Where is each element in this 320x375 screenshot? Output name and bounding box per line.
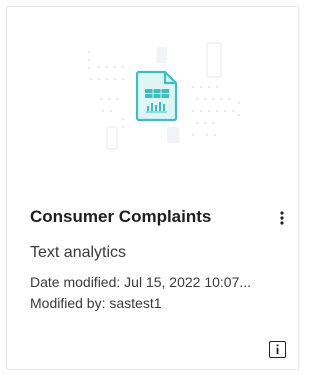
card-thumbnail — [7, 7, 298, 157]
info-button[interactable] — [269, 341, 286, 358]
card-type-label: Text analytics — [30, 244, 127, 261]
report-document-icon — [135, 70, 178, 122]
card-title[interactable]: Consumer Complaints — [30, 206, 211, 228]
more-options-button[interactable] — [272, 206, 292, 230]
modified-by-text: Modified by: sastest1 — [30, 295, 162, 311]
page: Consumer Complaints Text analytics Date … — [0, 0, 304, 375]
date-modified-text: Date modified: Jul 15, 2022 10:07... — [30, 274, 252, 290]
info-icon — [276, 344, 279, 354]
more-vertical-icon — [280, 211, 284, 225]
card-title-row: Consumer Complaints — [30, 206, 292, 230]
item-card[interactable]: Consumer Complaints Text analytics Date … — [6, 6, 299, 370]
